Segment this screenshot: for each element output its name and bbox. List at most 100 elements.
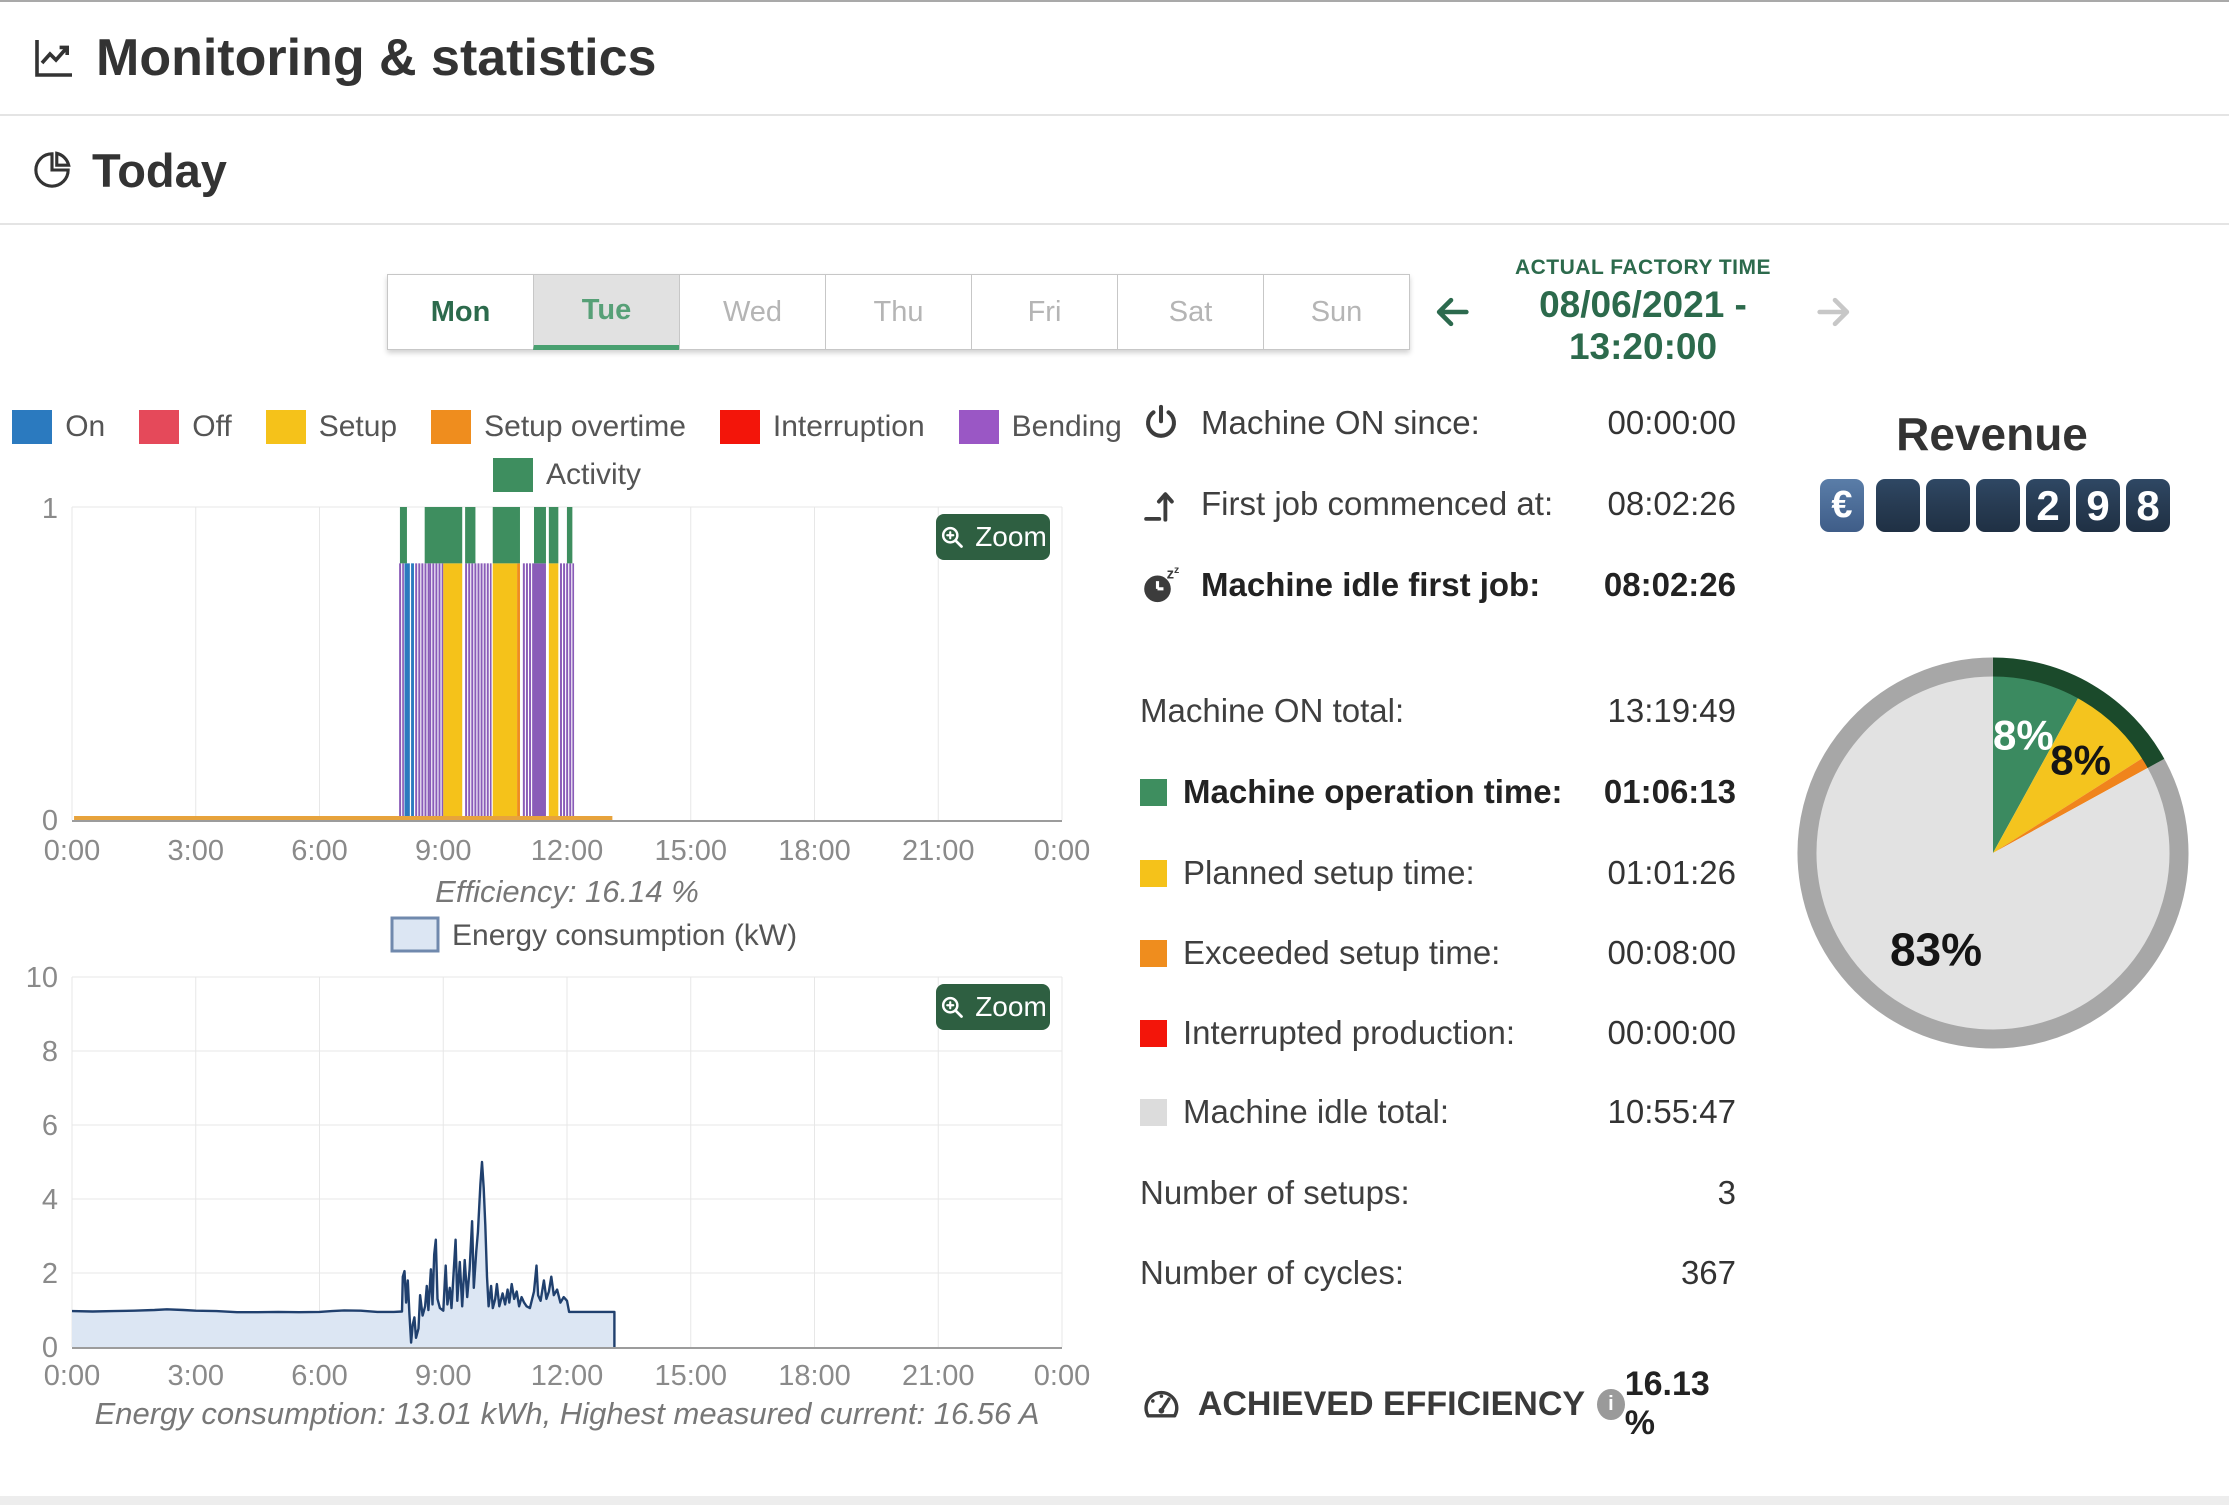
- svg-text:0:00: 0:00: [44, 1360, 100, 1392]
- svg-text:21:00: 21:00: [902, 1360, 975, 1392]
- stat-value: 00:00:00: [1607, 404, 1736, 441]
- day-tab-thu[interactable]: Thu: [825, 274, 972, 350]
- revenue-digit-tile: 2: [2026, 479, 2070, 532]
- stat-label: Number of setups:: [1140, 1174, 1410, 1211]
- svg-text:1: 1: [42, 493, 58, 525]
- planned-setup-swatch: [1140, 859, 1167, 887]
- idle-total-swatch: [1140, 1098, 1167, 1126]
- stat-label: Number of cycles:: [1140, 1254, 1405, 1291]
- idle-clock-icon: zz: [1140, 562, 1186, 608]
- first-job-icon: [1140, 481, 1186, 527]
- stat-value: 01:06:13: [1603, 773, 1736, 810]
- legend-item-setup-overtime: Setup overtime: [431, 410, 686, 444]
- day-tab-strip: Mon Tue Wed Thu Fri Sat Sun: [387, 274, 1410, 350]
- magnifier-plus-icon: [942, 526, 964, 548]
- stat-value: 01:01:26: [1607, 854, 1736, 891]
- svg-text:8%: 8%: [2050, 736, 2111, 783]
- legend-label: Off: [192, 410, 232, 443]
- achieved-efficiency-row: ACHIEVED EFFICIENCY i 16.13 %: [1140, 1365, 1736, 1442]
- stat-planned-setup: Planned setup time: 01:01:26: [1140, 845, 1736, 901]
- stat-label: Machine ON since:: [1201, 404, 1480, 441]
- stat-operation-time: Machine operation time: 01:06:13: [1140, 764, 1736, 820]
- svg-text:z: z: [1174, 564, 1179, 576]
- stat-value: 00:00:00: [1607, 1014, 1736, 1051]
- factory-time-block: ACTUAL FACTORY TIME 08/06/2021 - 13:20:0…: [1428, 256, 1858, 367]
- svg-text:18:00: 18:00: [778, 1360, 851, 1392]
- revenue-digit-tile: [1976, 479, 2020, 532]
- day-tab-wed[interactable]: Wed: [679, 274, 826, 350]
- stat-value: 3: [1717, 1174, 1736, 1211]
- svg-text:3:00: 3:00: [168, 1360, 224, 1392]
- day-tab-tue[interactable]: Tue: [533, 274, 680, 350]
- svg-text:4: 4: [42, 1184, 58, 1216]
- svg-text:9:00: 9:00: [415, 1360, 471, 1392]
- svg-text:3:00: 3:00: [168, 835, 224, 867]
- legend-label: Setup: [318, 410, 398, 443]
- info-icon[interactable]: i: [1597, 1388, 1625, 1420]
- legend-label: Bending: [1011, 410, 1122, 443]
- svg-text:12:00: 12:00: [531, 835, 604, 867]
- stat-label: Exceeded setup time:: [1183, 934, 1501, 971]
- stat-label: First job commenced at:: [1201, 485, 1554, 522]
- pie-chart-icon: [34, 151, 71, 188]
- section-header: Today: [0, 116, 2229, 224]
- bending-swatch: [958, 410, 999, 444]
- revenue-counter: € 2 9 8: [1820, 479, 2170, 532]
- stat-label: Machine operation time:: [1183, 773, 1563, 810]
- svg-text:Energy consumption: 13.01 kWh,: Energy consumption: 13.01 kWh, Highest m…: [95, 1396, 1040, 1431]
- svg-text:21:00: 21:00: [902, 835, 975, 867]
- svg-text:Efficiency: 16.14 %: Efficiency: 16.14 %: [435, 874, 699, 909]
- stat-value: 13:19:49: [1607, 692, 1736, 729]
- svg-text:10: 10: [26, 962, 58, 994]
- on-swatch: [12, 410, 53, 444]
- day-tab-fri[interactable]: Fri: [971, 274, 1118, 350]
- svg-text:6: 6: [42, 1110, 58, 1142]
- svg-text:15:00: 15:00: [654, 1360, 727, 1392]
- page-title: Monitoring & statistics: [96, 29, 657, 87]
- operation-time-swatch: [1140, 778, 1167, 806]
- svg-text:6:00: 6:00: [291, 835, 347, 867]
- svg-text:Energy consumption (kW): Energy consumption (kW): [452, 919, 797, 952]
- stat-label: Machine idle total:: [1183, 1093, 1449, 1130]
- zoom-button-label: Zoom: [975, 991, 1047, 1022]
- page-bottom-strip: [0, 1496, 2229, 1505]
- day-tab-sat[interactable]: Sat: [1117, 274, 1264, 350]
- activity-chart-zoom-button[interactable]: Zoom: [936, 514, 1050, 560]
- svg-text:18:00: 18:00: [778, 835, 851, 867]
- page-header: Monitoring & statistics: [0, 2, 2229, 114]
- day-tab-mon[interactable]: Mon: [387, 274, 534, 350]
- currency-tile: €: [1820, 479, 1864, 532]
- stat-value: 08:02:26: [1607, 485, 1736, 522]
- stat-exceeded-setup: Exceeded setup time: 00:08:00: [1140, 925, 1736, 981]
- legend-label: Interruption: [772, 410, 925, 443]
- next-day-arrow-icon[interactable]: [1812, 289, 1858, 335]
- svg-text:0:00: 0:00: [1034, 835, 1090, 867]
- stat-machine-on-total: Machine ON total: 13:19:49: [1140, 683, 1736, 739]
- stat-machine-on-since: Machine ON since: 00:00:00: [1140, 395, 1736, 451]
- revenue-digit-tile: [1876, 479, 1920, 532]
- stat-label: Machine ON total:: [1140, 692, 1405, 729]
- svg-text:2: 2: [42, 1258, 58, 1290]
- monitoring-dashboard: Monitoring & statistics Today Mon Tue We…: [0, 0, 2229, 1505]
- energy-chart-zoom-button[interactable]: Zoom: [936, 984, 1050, 1030]
- gauge-icon: [1144, 1390, 1179, 1418]
- svg-text:15:00: 15:00: [654, 835, 727, 867]
- interrupted-swatch: [1140, 1019, 1167, 1047]
- svg-text:0:00: 0:00: [1034, 1360, 1090, 1392]
- stat-value: 00:08:00: [1607, 934, 1736, 971]
- stat-label: Machine idle first job:: [1201, 566, 1541, 603]
- svg-text:z: z: [1167, 567, 1174, 583]
- revenue-title: Revenue: [1896, 408, 2088, 460]
- setup-overtime-swatch: [431, 410, 472, 444]
- legend-item-setup: Setup: [265, 410, 398, 444]
- achieved-efficiency-value: 16.13 %: [1624, 1365, 1710, 1442]
- legend-item-bending: Bending: [958, 410, 1122, 444]
- legend-item-interruption: Interruption: [719, 410, 925, 444]
- factory-time-value: 08/06/2021 - 13:20:00: [1539, 284, 1747, 367]
- section-title: Today: [92, 143, 227, 197]
- day-tab-sun[interactable]: Sun: [1263, 274, 1410, 350]
- previous-day-arrow-icon[interactable]: [1428, 289, 1474, 335]
- svg-text:12:00: 12:00: [531, 1360, 604, 1392]
- stat-idle-first-job: zz Machine idle first job: 08:02:26: [1140, 557, 1736, 613]
- activity-legend-row1: On Off Setup Setup overtime Interruption…: [0, 410, 1134, 444]
